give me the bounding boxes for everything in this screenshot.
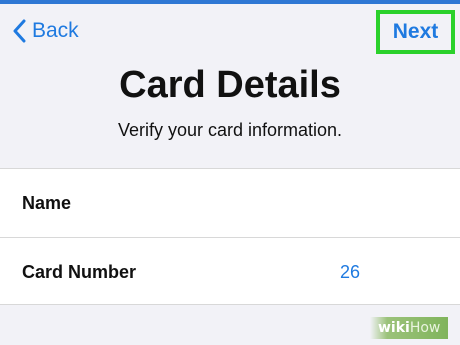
wikihow-watermark: wiki How bbox=[370, 317, 449, 339]
chevron-left-icon bbox=[13, 19, 26, 43]
card-number-label: Card Number bbox=[22, 261, 137, 282]
card-number-field-row[interactable]: Card Number 26 bbox=[0, 238, 460, 306]
card-number-value[interactable]: 26 bbox=[340, 238, 360, 306]
navigation-bar: Back Next bbox=[0, 4, 460, 56]
back-button[interactable]: Back bbox=[12, 14, 79, 48]
back-label: Back bbox=[32, 19, 79, 42]
divider bbox=[0, 304, 460, 305]
name-label: Name bbox=[22, 192, 72, 213]
card-details-form: Name Card Number 26 bbox=[0, 168, 460, 305]
page-title: Card Details bbox=[119, 64, 341, 106]
next-button[interactable]: Next bbox=[380, 14, 451, 50]
page-subtitle: Verify your card information. bbox=[117, 120, 343, 140]
watermark-part2: How bbox=[409, 320, 441, 336]
watermark-part1: wiki bbox=[378, 320, 410, 336]
name-field-row[interactable]: Name bbox=[0, 169, 460, 237]
